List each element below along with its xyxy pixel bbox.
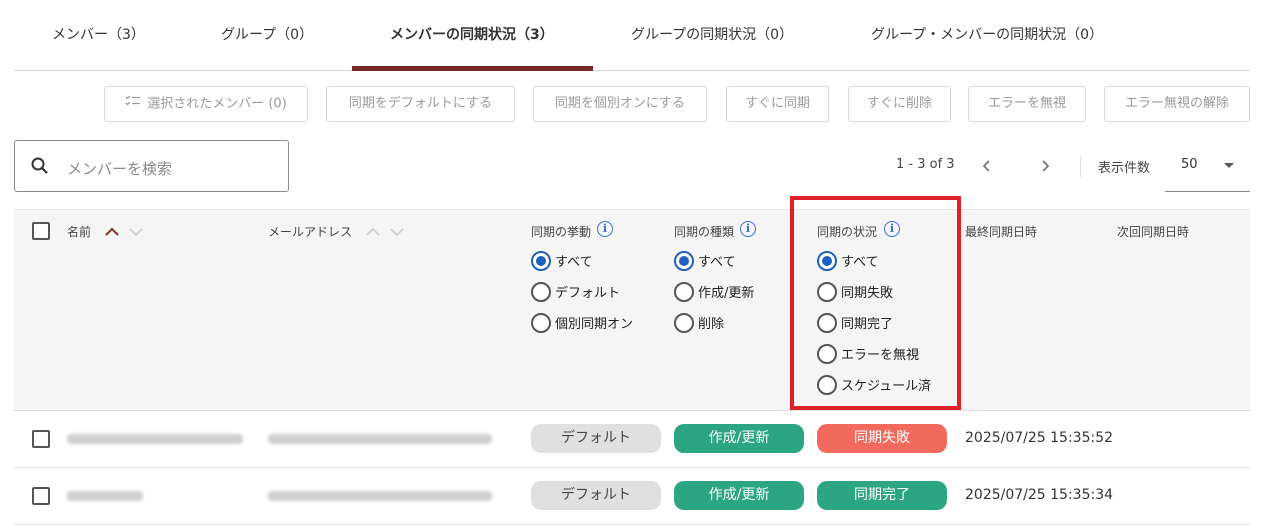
- redacted-email: [268, 434, 492, 444]
- per-page-select[interactable]: 50: [1165, 142, 1250, 192]
- redacted-name: [67, 434, 243, 444]
- filter-type-delete[interactable]: 削除: [674, 307, 754, 338]
- sync-now-button[interactable]: すぐに同期: [726, 86, 829, 122]
- redacted-name: [67, 491, 143, 501]
- column-header-name[interactable]: 名前: [67, 223, 91, 240]
- ignore-error-button[interactable]: エラーを無視: [968, 86, 1086, 122]
- tab-members[interactable]: メンバー（3）: [52, 0, 145, 71]
- column-header-sync-behavior: 同期の挙動: [531, 225, 592, 239]
- row-checkbox[interactable]: [32, 487, 50, 505]
- radio-selected-icon: [674, 250, 694, 271]
- radio-label: すべて: [555, 255, 593, 270]
- selected-members-label: 選択されたメンバー (0): [147, 96, 287, 112]
- delete-now-button[interactable]: すぐに削除: [848, 86, 951, 122]
- info-icon[interactable]: i: [740, 221, 756, 237]
- radio-selected-icon: [531, 250, 551, 271]
- type-badge: 作成/更新: [674, 424, 804, 453]
- chevron-left-icon[interactable]: [980, 156, 994, 180]
- filter-behavior-all[interactable]: すべて: [531, 245, 633, 276]
- tab-groups[interactable]: グループ（0）: [221, 0, 313, 71]
- checklist-icon: [125, 87, 141, 121]
- dropdown-arrow-icon: [1224, 163, 1234, 168]
- column-header-next-sync: 次回同期日時: [1117, 225, 1190, 239]
- column-header-email[interactable]: メールアドレス: [268, 223, 352, 240]
- tab-group-sync-status[interactable]: グループの同期状況（0）: [631, 0, 793, 71]
- behavior-badge: デフォルト: [531, 424, 661, 453]
- sync-individual-on-button[interactable]: 同期を個別オンにする: [533, 86, 707, 122]
- column-header-last-sync: 最終同期日時: [965, 225, 1038, 239]
- selected-members-button[interactable]: 選択されたメンバー (0): [104, 86, 308, 122]
- radio-label: 作成/更新: [698, 286, 755, 301]
- last-sync-time: 2025/07/25 15:35:34: [965, 487, 1114, 503]
- behavior-badge: デフォルト: [531, 481, 661, 510]
- unignore-error-button[interactable]: エラー無視の解除: [1104, 86, 1250, 122]
- info-icon[interactable]: i: [597, 221, 613, 237]
- radio-icon: [674, 281, 694, 302]
- per-page-value: 50: [1181, 157, 1198, 172]
- table-row[interactable]: デフォルト 作成/更新 同期完了 2025/07/25 15:35:34: [14, 468, 1250, 525]
- search-icon: [30, 156, 50, 180]
- filter-behavior-individual[interactable]: 個別同期オン: [531, 307, 633, 338]
- filter-behavior-default[interactable]: デフォルト: [531, 276, 633, 307]
- radio-label: すべて: [698, 255, 736, 270]
- radio-label: 削除: [698, 317, 725, 332]
- pagination-range: 1 - 3 of 3: [896, 157, 955, 172]
- sync-behavior-filter: すべて デフォルト 個別同期オン: [531, 245, 633, 338]
- sort-ascending-icon[interactable]: [365, 223, 381, 242]
- tab-bar: メンバー（3） グループ（0） メンバーの同期状況（3） グループの同期状況（0…: [14, 0, 1250, 71]
- select-all-checkbox[interactable]: [32, 222, 50, 240]
- tab-group-member-sync-status[interactable]: グループ・メンバーの同期状況（0）: [871, 0, 1103, 71]
- annotation-highlight-box: [790, 196, 961, 410]
- filter-type-create-update[interactable]: 作成/更新: [674, 276, 754, 307]
- row-checkbox[interactable]: [32, 430, 50, 448]
- sync-type-filter: すべて 作成/更新 削除: [674, 245, 754, 338]
- filter-type-all[interactable]: すべて: [674, 245, 754, 276]
- table-row[interactable]: デフォルト 作成/更新 同期失敗 2025/07/25 15:35:52: [14, 411, 1250, 468]
- redacted-email: [268, 491, 492, 501]
- radio-label: デフォルト: [555, 286, 621, 301]
- member-search[interactable]: メンバーを検索: [14, 140, 289, 192]
- per-page-label: 表示件数: [1098, 161, 1151, 176]
- tab-member-sync-status[interactable]: メンバーの同期状況（3）: [390, 0, 554, 71]
- pager-divider: [1080, 155, 1081, 177]
- chevron-right-icon[interactable]: [1038, 156, 1052, 180]
- sort-descending-icon[interactable]: [128, 223, 144, 242]
- radio-icon: [531, 281, 551, 302]
- radio-icon: [674, 312, 694, 333]
- search-input[interactable]: メンバーを検索: [67, 158, 172, 179]
- active-tab-indicator: [352, 66, 593, 71]
- status-badge: 同期失敗: [817, 424, 947, 453]
- type-badge: 作成/更新: [674, 481, 804, 510]
- column-header-sync-type: 同期の種類: [674, 225, 735, 239]
- last-sync-time: 2025/07/25 15:35:52: [965, 430, 1114, 446]
- sync-default-button[interactable]: 同期をデフォルトにする: [326, 86, 515, 122]
- status-badge: 同期完了: [817, 481, 947, 510]
- radio-label: 個別同期オン: [555, 317, 634, 332]
- sort-ascending-icon[interactable]: [104, 223, 120, 242]
- radio-icon: [531, 312, 551, 333]
- sort-descending-icon[interactable]: [389, 223, 405, 242]
